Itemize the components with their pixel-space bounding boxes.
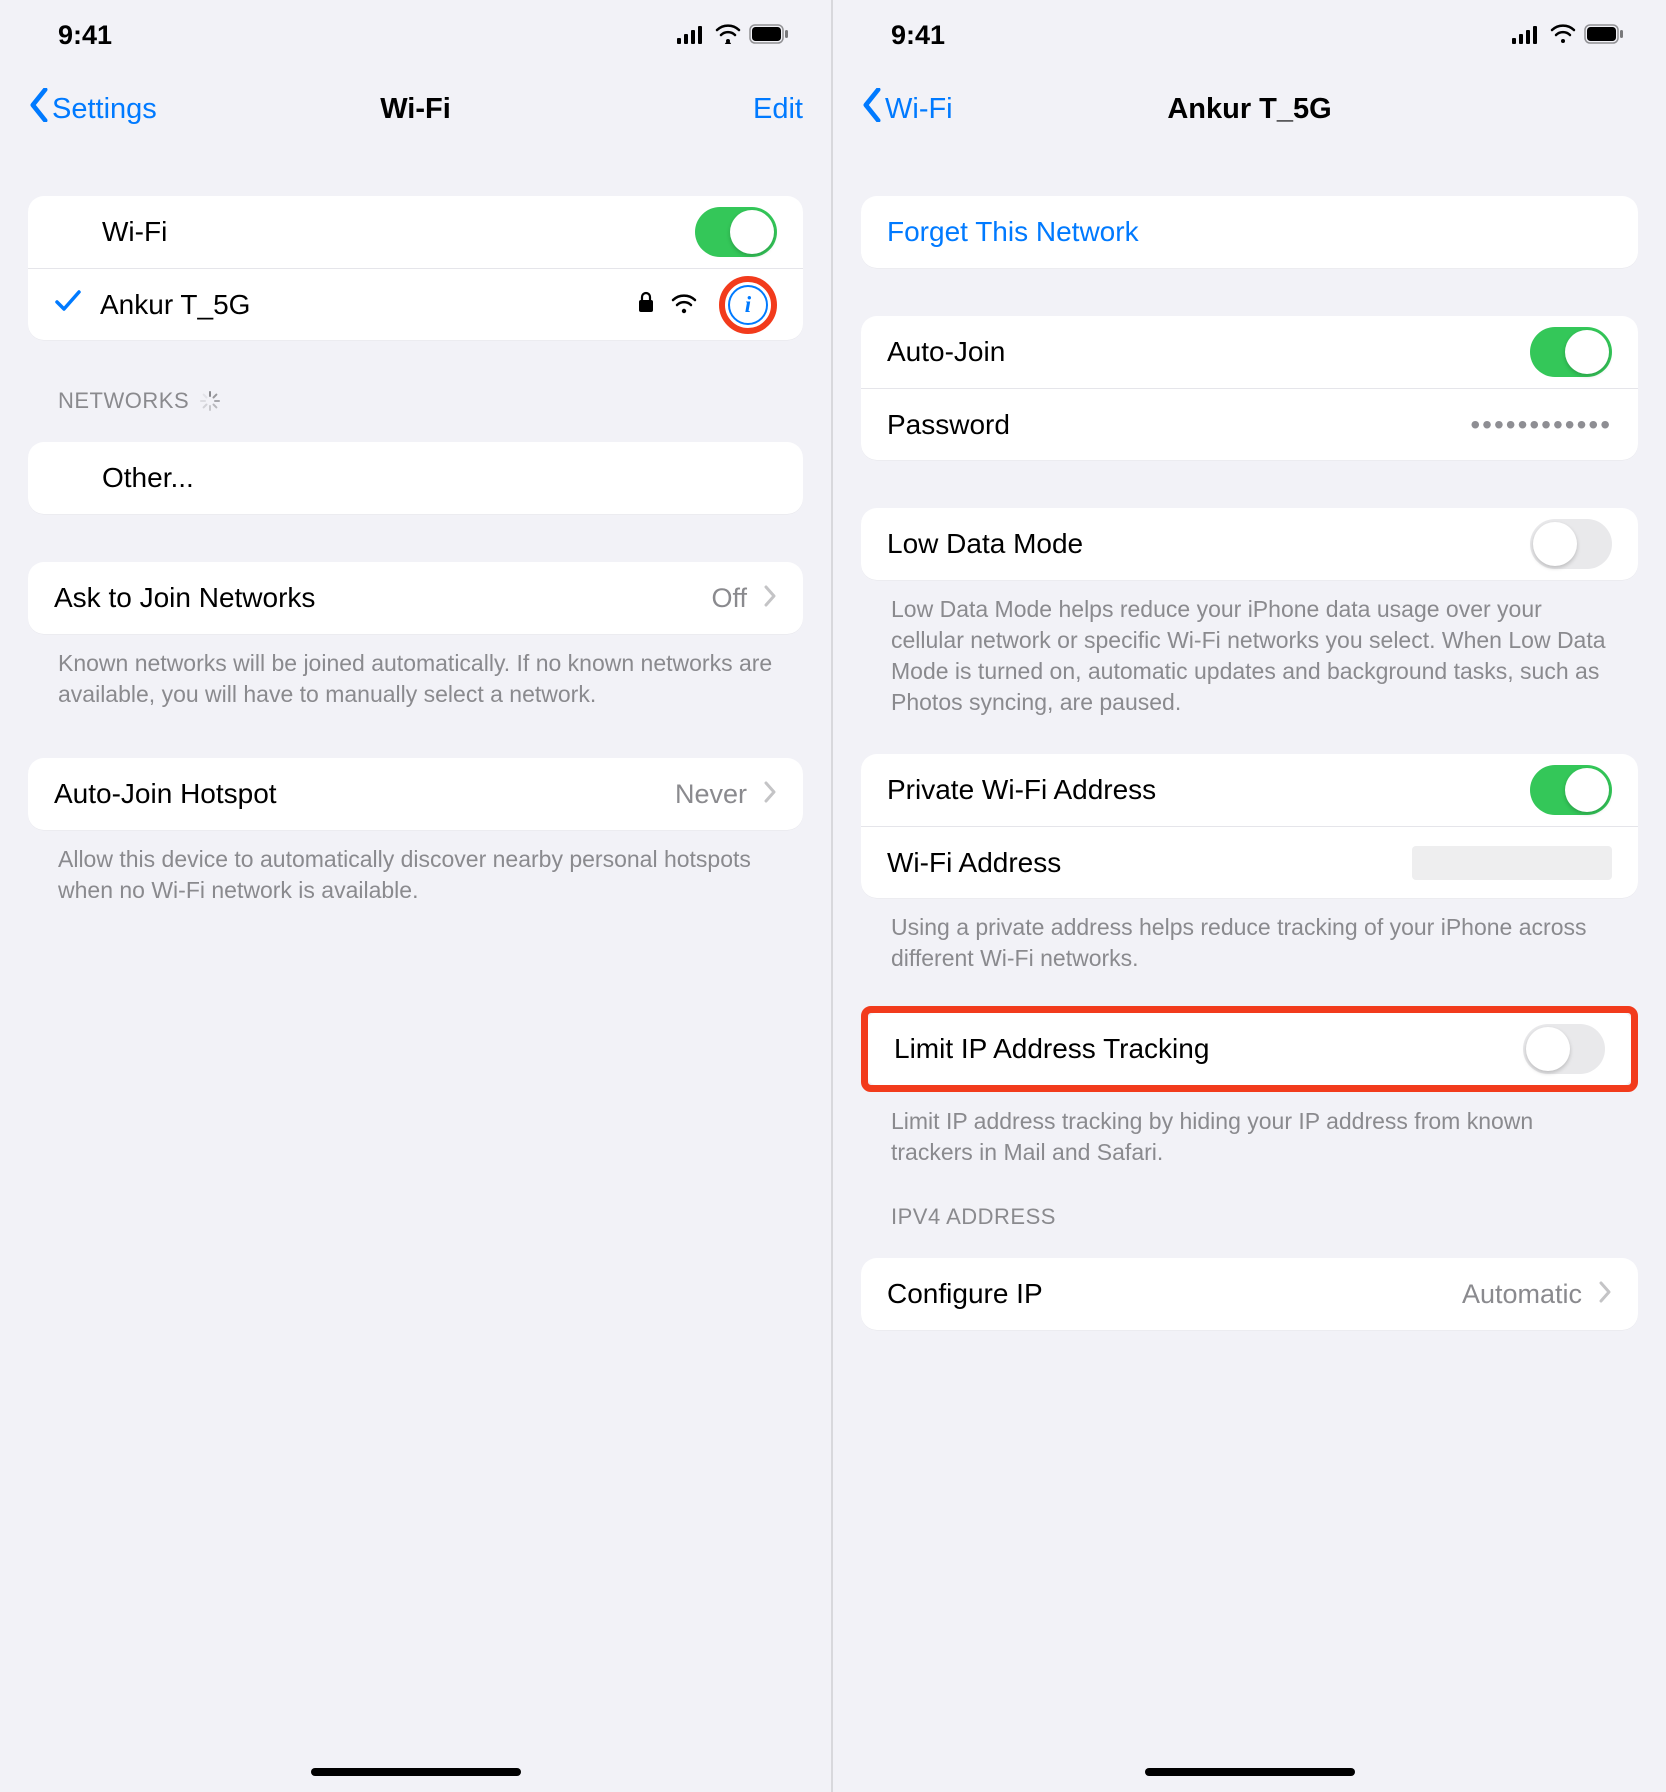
highlight-ring: i — [719, 276, 777, 334]
chevron-left-icon — [861, 88, 883, 130]
highlight-box: Limit IP Address Tracking — [861, 1006, 1638, 1092]
private-addr-toggle[interactable] — [1530, 765, 1612, 815]
ask-join-footer: Known networks will be joined automatica… — [28, 634, 803, 710]
password-label: Password — [887, 409, 1010, 441]
autojoin-hotspot-row[interactable]: Auto-Join Hotspot Never — [28, 758, 803, 830]
autojoin-hotspot-group: Auto-Join Hotspot Never — [28, 758, 803, 830]
autojoin-footer: Allow this device to automatically disco… — [28, 830, 803, 906]
wifi-icon — [1550, 20, 1576, 51]
battery-icon — [1584, 20, 1624, 51]
limit-ip-toggle[interactable] — [1523, 1024, 1605, 1074]
limit-ip-footer: Limit IP address tracking by hiding your… — [861, 1092, 1638, 1168]
cellular-icon — [677, 20, 707, 51]
status-bar: 9:41 — [0, 0, 831, 70]
back-label: Settings — [52, 93, 157, 126]
limit-ip-row[interactable]: Limit IP Address Tracking — [868, 1013, 1631, 1085]
ask-join-value: Off — [711, 583, 747, 614]
status-right — [677, 20, 789, 51]
lowdata-group: Low Data Mode — [861, 508, 1638, 580]
page-title: Ankur T_5G — [1167, 93, 1331, 126]
nav-bar: Settings Wi-Fi Edit — [0, 70, 831, 148]
limit-ip-label: Limit IP Address Tracking — [894, 1033, 1209, 1065]
wifi-addr-value — [1412, 846, 1612, 880]
lock-icon — [637, 289, 655, 321]
password-value: •••••••••••• — [1470, 409, 1612, 441]
status-bar: 9:41 — [833, 0, 1666, 70]
forget-label: Forget This Network — [887, 216, 1139, 248]
wifi-toggle[interactable] — [695, 207, 777, 257]
chevron-right-icon — [1598, 1278, 1612, 1310]
wifi-toggle-row[interactable]: Wi-Fi — [28, 196, 803, 268]
other-network-row[interactable]: Other... — [28, 442, 803, 514]
autojoin-hotspot-label: Auto-Join Hotspot — [54, 778, 277, 810]
ask-to-join-row[interactable]: Ask to Join Networks Off — [28, 562, 803, 634]
battery-icon — [749, 20, 789, 51]
wifi-strength-icon — [671, 289, 697, 321]
home-indicator[interactable] — [1145, 1768, 1355, 1776]
wifi-group: Wi-Fi Ankur T_5G — [28, 196, 803, 340]
cellular-icon — [1512, 20, 1542, 51]
status-right — [1512, 20, 1624, 51]
networks-header: NETWORKS — [28, 388, 803, 422]
page-title: Wi-Fi — [380, 93, 451, 126]
networks-group: Other... — [28, 442, 803, 514]
private-addr-footer: Using a private address helps reduce tra… — [861, 898, 1638, 974]
clock: 9:41 — [58, 20, 112, 51]
autojoin-toggle[interactable] — [1530, 327, 1612, 377]
lowdata-toggle[interactable] — [1530, 519, 1612, 569]
private-addr-row[interactable]: Private Wi-Fi Address — [861, 754, 1638, 826]
autojoin-label: Auto-Join — [887, 336, 1005, 368]
clock: 9:41 — [891, 20, 945, 51]
home-indicator[interactable] — [311, 1768, 521, 1776]
info-icon[interactable]: i — [728, 285, 768, 325]
autojoin-group: Auto-Join Password •••••••••••• — [861, 316, 1638, 460]
nav-bar: Wi-Fi Ankur T_5G — [833, 70, 1666, 148]
back-button[interactable]: Wi-Fi — [861, 88, 953, 130]
forget-network-row[interactable]: Forget This Network — [861, 196, 1638, 268]
wifi-label: Wi-Fi — [102, 216, 167, 248]
ask-to-join-group: Ask to Join Networks Off — [28, 562, 803, 634]
back-button[interactable]: Settings — [28, 88, 157, 130]
lowdata-row[interactable]: Low Data Mode — [861, 508, 1638, 580]
lowdata-label: Low Data Mode — [887, 528, 1083, 560]
ipv4-group: Configure IP Automatic — [861, 1258, 1638, 1330]
wifi-addr-label: Wi-Fi Address — [887, 847, 1061, 879]
edit-button[interactable]: Edit — [753, 93, 803, 126]
lowdata-footer: Low Data Mode helps reduce your iPhone d… — [861, 580, 1638, 718]
wifi-addr-row[interactable]: Wi-Fi Address — [861, 826, 1638, 898]
content: Wi-Fi Ankur T_5G — [0, 148, 831, 1792]
private-addr-group: Private Wi-Fi Address Wi-Fi Address — [861, 754, 1638, 898]
private-addr-label: Private Wi-Fi Address — [887, 774, 1156, 806]
other-label: Other... — [102, 462, 194, 494]
chevron-right-icon — [763, 778, 777, 810]
wifi-settings-screen: 9:41 Settings Wi-Fi Edit — [0, 0, 833, 1792]
ask-join-label: Ask to Join Networks — [54, 582, 315, 614]
back-label: Wi-Fi — [885, 93, 953, 126]
configure-ip-label: Configure IP — [887, 1278, 1043, 1310]
configure-ip-row[interactable]: Configure IP Automatic — [861, 1258, 1638, 1330]
password-row[interactable]: Password •••••••••••• — [861, 388, 1638, 460]
spinner-icon — [199, 390, 221, 412]
autojoin-hotspot-value: Never — [675, 779, 747, 810]
checkmark-icon — [54, 288, 82, 321]
wifi-icon — [715, 20, 741, 51]
connected-network-row[interactable]: Ankur T_5G i — [28, 268, 803, 340]
network-detail-screen: 9:41 Wi-Fi Ankur T_5G — [833, 0, 1666, 1792]
chevron-right-icon — [763, 582, 777, 614]
autojoin-row[interactable]: Auto-Join — [861, 316, 1638, 388]
content: Forget This Network Auto-Join Password •… — [833, 148, 1666, 1792]
chevron-left-icon — [28, 88, 50, 130]
configure-ip-value: Automatic — [1462, 1279, 1582, 1310]
network-name: Ankur T_5G — [100, 289, 250, 321]
ipv4-header: IPV4 ADDRESS — [861, 1204, 1638, 1238]
forget-group: Forget This Network — [861, 196, 1638, 268]
